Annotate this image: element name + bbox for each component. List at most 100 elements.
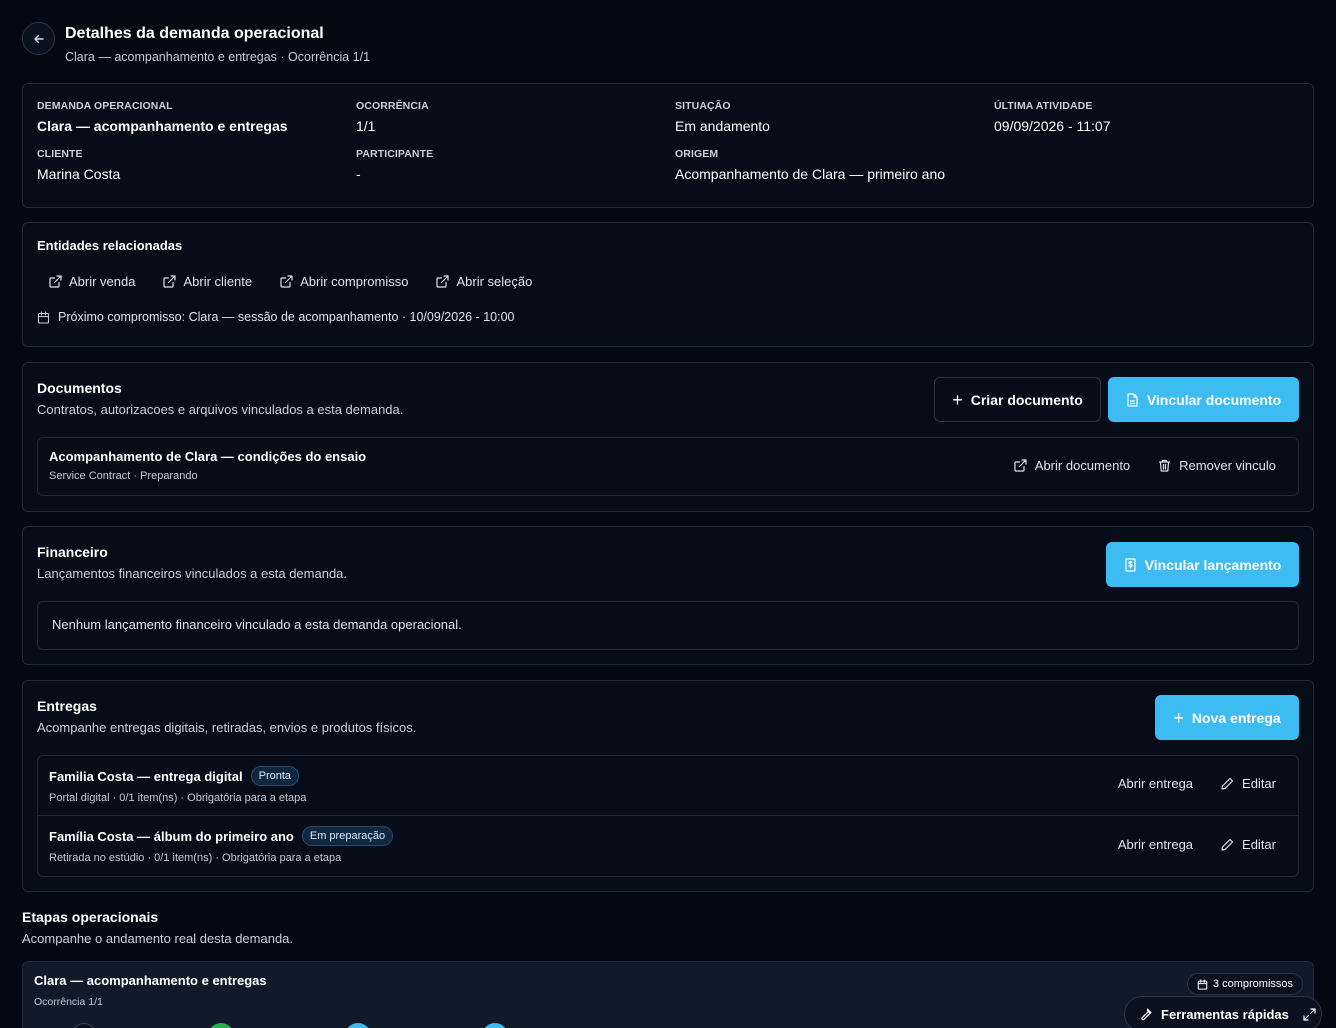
link-label: Abrir venda (69, 274, 136, 289)
link-label: Abrir seleção (456, 274, 533, 289)
remove-link-button[interactable]: Remover vinculo (1158, 458, 1276, 473)
financial-empty-state: Nenhum lançamento financeiro vinculado a… (37, 601, 1299, 650)
field-status: SITUAÇÃO Em andamento (675, 100, 994, 134)
section-description: Contratos, autorizacoes e arquivos vincu… (37, 402, 404, 417)
action-label: Editar (1242, 837, 1276, 852)
field-label: SITUAÇÃO (675, 100, 731, 112)
open-appointment-link[interactable]: Abrir compromisso (280, 274, 408, 289)
field-label: ÚLTIMA ATIVIDADE (994, 100, 1093, 112)
trash-icon (1159, 459, 1171, 472)
link-label: Abrir cliente (183, 274, 253, 289)
delivery-list: Familia Costa — entrega digital Pronta P… (37, 755, 1299, 877)
field-label: CLIENTE (37, 148, 83, 160)
link-document-button[interactable]: Vincular documento (1108, 377, 1299, 422)
tools-label: Ferramentas rápidas (1161, 1006, 1289, 1022)
pencil-icon (1221, 838, 1234, 851)
button-label: Nova entrega (1191, 709, 1281, 726)
section-description: Acompanhe entregas digitais, retiradas, … (37, 720, 417, 735)
section-title: Entregas (37, 698, 97, 714)
receipt-icon (1125, 557, 1136, 572)
plus-icon: + (952, 389, 963, 410)
list-item: Família Costa — álbum do primeiro ano Em… (38, 816, 1298, 877)
stage-card-occurrence: Ocorrência 1/1 (34, 996, 103, 1008)
deliveries-card: Entregas Acompanhe entregas digitais, re… (22, 680, 1314, 892)
stage-step-marker[interactable] (482, 1023, 508, 1028)
field-label: PARTICIPANTE (356, 148, 434, 160)
link-entry-button[interactable]: Vincular lançamento (1106, 542, 1299, 587)
section-title: Financeiro (37, 544, 108, 560)
open-delivery-button[interactable]: Abrir entrega (1118, 776, 1193, 791)
field-value: - (356, 166, 361, 182)
new-delivery-button[interactable]: + Nova entrega (1155, 695, 1299, 740)
status-badge: Em preparação (301, 826, 394, 846)
document-title: Acompanhamento de Clara — condições do e… (49, 449, 367, 464)
field-value: Em andamento (675, 118, 770, 134)
edit-button[interactable]: Editar (1221, 837, 1276, 852)
action-label: Remover vinculo (1179, 458, 1276, 473)
document-item: Acompanhamento de Clara — condições do e… (37, 437, 1299, 496)
external-link-icon (1014, 459, 1027, 472)
financial-card: Financeiro Lançamentos financeiros vincu… (22, 526, 1314, 665)
field-client: CLIENTE Marina Costa (37, 148, 356, 182)
documents-card: Documentos Contratos, autorizacoes e arq… (22, 362, 1314, 512)
expand-icon (1303, 1007, 1316, 1021)
open-document-button[interactable]: Abrir documento (1014, 458, 1130, 473)
summary-card: DEMANDA OPERACIONAL Clara — acompanhamen… (22, 83, 1314, 208)
link-label: Abrir compromisso (300, 274, 409, 289)
button-label: Vincular documento (1146, 391, 1282, 408)
stage-step-marker[interactable] (345, 1023, 371, 1028)
external-link-icon (163, 275, 177, 288)
field-origin: ORIGEM Acompanhamento de Clara — primeir… (675, 148, 994, 182)
empty-text: Nenhum lançamento financeiro vinculado a… (52, 617, 462, 632)
delivery-meta: Retirada no estúdio · 0/1 item(ns) · Obr… (49, 852, 342, 864)
document-meta: Service Contract · Preparando (49, 470, 198, 482)
open-delivery-button[interactable]: Abrir entrega (1118, 837, 1193, 852)
external-link-icon (49, 275, 62, 288)
open-sale-link[interactable]: Abrir venda (49, 274, 135, 289)
open-client-link[interactable]: Abrir cliente (163, 274, 252, 289)
back-button[interactable] (22, 22, 55, 55)
field-value: Acompanhamento de Clara — primeiro ano (675, 166, 946, 182)
calendar-icon (37, 310, 50, 324)
field-label: DEMANDA OPERACIONAL (37, 100, 173, 112)
button-label: Vincular lançamento (1144, 556, 1282, 573)
appointments-badge[interactable]: 3 compromissos (1186, 973, 1303, 995)
list-item: Familia Costa — entrega digital Pronta P… (38, 756, 1298, 816)
related-entities-card: Entidades relacionadas Abrir venda Abrir… (22, 222, 1314, 347)
field-value: Clara — acompanhamento e entregas (37, 118, 288, 134)
section-description: Acompanhe o andamento real desta demanda… (22, 931, 294, 946)
stages-header: Etapas operacionais Acompanhe o andament… (22, 909, 293, 946)
page-subtitle: Clara — acompanhamento e entregas · Ocor… (65, 50, 371, 64)
next-appointment: Próximo compromisso: Clara — sessão de a… (37, 310, 514, 324)
quick-tools-button[interactable]: Ferramentas rápidas (1124, 996, 1322, 1028)
delivery-meta: Portal digital · 0/1 item(ns) · Obrigató… (49, 792, 307, 804)
field-occurrence: OCORRÊNCIA 1/1 (356, 100, 675, 134)
create-document-button[interactable]: + Criar documento (934, 377, 1101, 422)
stage-card-title: Clara — acompanhamento e entregas (34, 973, 267, 988)
arrow-left-icon (33, 34, 44, 43)
field-label: ORIGEM (675, 148, 719, 160)
calendar-icon (1197, 978, 1208, 990)
button-label: Criar documento (970, 391, 1083, 408)
delivery-title: Família Costa — álbum do primeiro ano (49, 828, 294, 844)
field-value: Marina Costa (37, 166, 121, 182)
plus-icon: + (1173, 707, 1184, 728)
action-label: Abrir documento (1034, 458, 1131, 473)
edit-button[interactable]: Editar (1221, 776, 1276, 791)
status-badge: Pronta (250, 766, 300, 786)
wrench-icon (1141, 1008, 1152, 1021)
stage-step-marker[interactable] (208, 1023, 234, 1028)
file-icon (1127, 392, 1138, 407)
field-label: OCORRÊNCIA (356, 100, 429, 112)
next-appointment-text: Próximo compromisso: Clara — sessão de a… (58, 310, 515, 324)
field-participant: PARTICIPANTE - (356, 148, 675, 182)
stage-card: Clara — acompanhamento e entregas Ocorrê… (22, 961, 1314, 1028)
section-title: Etapas operacionais (22, 909, 159, 925)
stage-step-marker[interactable] (71, 1023, 97, 1028)
field-value: 09/09/2026 - 11:07 (994, 118, 1111, 134)
delivery-title: Familia Costa — entrega digital (49, 768, 243, 784)
open-selection-link[interactable]: Abrir seleção (436, 274, 532, 289)
external-link-icon (436, 275, 450, 288)
entity-links: Abrir venda Abrir cliente Abrir compromi… (49, 274, 532, 289)
action-label: Editar (1242, 776, 1276, 791)
